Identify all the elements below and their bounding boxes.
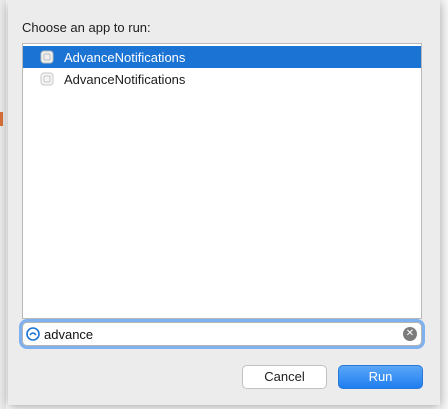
app-list-item-label: AdvanceNotifications xyxy=(64,49,186,65)
app-list-item[interactable]: AdvanceNotifications xyxy=(23,68,421,90)
app-icon xyxy=(40,72,54,86)
choose-app-dialog: Choose an app to run: AdvanceNotificatio… xyxy=(8,0,440,405)
run-button[interactable]: Run xyxy=(338,365,423,389)
error-marker xyxy=(0,112,3,126)
clear-search-icon[interactable]: ✕ xyxy=(403,327,417,341)
search-input[interactable] xyxy=(44,325,384,343)
dialog-prompt: Choose an app to run: xyxy=(22,20,151,35)
app-list-item[interactable]: AdvanceNotifications xyxy=(23,46,421,68)
app-icon xyxy=(40,50,54,64)
background-window-left-edge xyxy=(0,0,6,409)
background-window-right-edge xyxy=(440,0,448,409)
cancel-button[interactable]: Cancel xyxy=(242,365,327,389)
search-icon[interactable] xyxy=(26,327,40,341)
app-list-item-label: AdvanceNotifications xyxy=(64,71,186,87)
search-field[interactable]: ✕ xyxy=(22,322,422,346)
app-list[interactable]: AdvanceNotifications AdvanceNotification… xyxy=(22,43,422,319)
